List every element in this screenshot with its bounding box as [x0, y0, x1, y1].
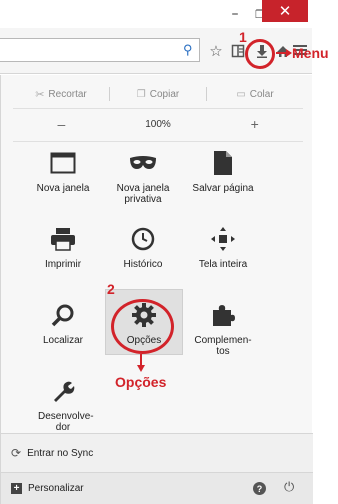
clipboard-icon: ▭: [236, 88, 246, 100]
options-annotation-circle: [111, 299, 174, 354]
help-icon[interactable]: ?: [253, 482, 266, 495]
customize-button[interactable]: + Personalizar ? ⏻: [1, 472, 313, 504]
menu-annotation-circle: [245, 39, 275, 69]
developer-button[interactable]: Desenvolve-dor: [23, 375, 103, 433]
paste-label: Colar: [249, 88, 274, 100]
history-button[interactable]: Histórico: [103, 223, 183, 270]
step-2-number: 2: [107, 281, 115, 297]
sync-button[interactable]: ⟳ Entrar no Sync: [1, 434, 313, 472]
new-window-label: Nova janela: [36, 183, 90, 194]
arrow-down-icon: [137, 354, 145, 372]
page-icon: [207, 147, 239, 179]
sync-icon: ⟳: [11, 446, 22, 460]
mask-icon: [127, 147, 159, 179]
search-icon[interactable]: ⚲: [183, 42, 193, 58]
close-button[interactable]: ✕: [262, 0, 308, 22]
print-button[interactable]: Imprimir: [23, 223, 103, 270]
options-annotation-label: Opções: [115, 374, 167, 390]
private-window-button[interactable]: Nova janela privativa: [103, 147, 183, 205]
menu-annotation-label: Menu: [292, 45, 329, 61]
printer-icon: [47, 223, 79, 255]
window-icon: [47, 147, 79, 179]
wrench-icon: [47, 375, 79, 407]
zoom-reset-button[interactable]: 100%: [110, 119, 207, 130]
copy-icon: ❐: [136, 88, 146, 100]
minimize-button[interactable]: –: [223, 2, 247, 26]
clock-icon: [127, 223, 159, 255]
cut-label: Recortar: [48, 88, 87, 100]
edit-controls: ✂ Recortar ❐ Copiar ▭ Colar: [13, 83, 303, 105]
step-1-number: 1: [239, 29, 247, 45]
find-button[interactable]: Localizar: [23, 299, 103, 346]
zoom-controls: – 100% +: [13, 113, 303, 135]
addons-label: Complemen-tos: [194, 335, 252, 357]
zoom-out-button[interactable]: –: [13, 116, 110, 132]
power-icon[interactable]: ⏻: [284, 480, 294, 495]
save-page-button[interactable]: Salvar página: [183, 147, 263, 194]
puzzle-icon: [207, 299, 239, 331]
fullscreen-icon: [207, 223, 239, 255]
fullscreen-button[interactable]: Tela inteira: [183, 223, 263, 270]
print-label: Imprimir: [44, 259, 82, 270]
customize-label: Personalizar: [28, 483, 84, 494]
zoom-in-button[interactable]: +: [206, 116, 303, 132]
fullscreen-label: Tela inteira: [198, 259, 248, 270]
menu-panel: ✂ Recortar ❐ Copiar ▭ Colar – 100% + Nov…: [0, 75, 313, 504]
search-bar[interactable]: ⚲: [0, 38, 200, 62]
developer-label: Desenvolve-dor: [38, 411, 94, 433]
copy-label: Copiar: [149, 88, 180, 100]
arrow-right-icon: [276, 49, 292, 57]
divider: [13, 141, 303, 142]
sync-label: Entrar no Sync: [27, 447, 94, 459]
find-label: Localizar: [42, 335, 84, 346]
divider: [13, 108, 303, 109]
magnifier-icon: [47, 299, 79, 331]
cut-button[interactable]: ✂ Recortar: [13, 88, 109, 101]
history-label: Histórico: [123, 259, 163, 270]
new-window-button[interactable]: Nova janela: [23, 147, 103, 194]
window-titlebar: – ❐ ✕: [0, 0, 338, 28]
plus-box-icon: +: [11, 483, 22, 494]
bookmark-star-icon[interactable]: ☆: [206, 41, 226, 61]
scissors-icon: ✂: [35, 88, 45, 101]
addons-button[interactable]: Complemen-tos: [183, 299, 263, 357]
private-window-label: Nova janela privativa: [116, 183, 170, 205]
copy-button[interactable]: ❐ Copiar: [110, 89, 206, 100]
save-page-label: Salvar página: [192, 183, 254, 194]
paste-button[interactable]: ▭ Colar: [207, 89, 303, 100]
